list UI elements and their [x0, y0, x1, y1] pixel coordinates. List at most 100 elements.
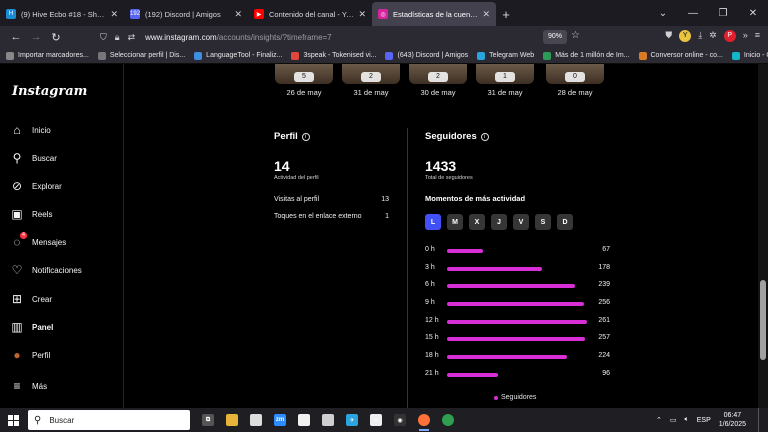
day-button-d[interactable]: D	[557, 214, 573, 230]
bookmark-item[interactable]: LanguageTool - Finaliz...	[194, 51, 282, 60]
close-tab-icon[interactable]: ✕	[234, 9, 242, 20]
sidebar-item-mensajes[interactable]: ◌ 4 Mensajes	[10, 232, 120, 251]
sidebar-item-más[interactable]: ≡ Más	[10, 377, 120, 395]
post-date: 31 de may	[353, 88, 389, 97]
new-tab-button[interactable]: +	[496, 2, 516, 26]
bookmark-item[interactable]: Seleccionar perfil | Dis...	[97, 51, 185, 60]
browser-tab[interactable]: H (9) Hive Ecbo #18 - Share your✕	[0, 2, 124, 26]
sidebar-item-label: Panel	[32, 322, 54, 332]
post-thumbnail[interactable]: 0	[546, 64, 604, 84]
reload-icon[interactable]: ↻	[46, 31, 66, 44]
tab-list-icon[interactable]: ⌄	[648, 8, 678, 19]
heart-icon: ♡	[11, 263, 23, 277]
pinterest-extension-icon[interactable]: P	[723, 30, 736, 42]
post-date: 26 de may	[286, 88, 322, 97]
tab-favicon-icon: ▶	[254, 9, 264, 19]
bookmark-item[interactable]: Telegram Web	[477, 51, 534, 60]
scrollbar-thumb[interactable]	[760, 280, 766, 360]
minimize-window-icon[interactable]: —	[678, 8, 708, 19]
language-indicator[interactable]: ESP	[697, 417, 711, 424]
post-count-badge: 2	[428, 72, 448, 82]
bookmark-item[interactable]: Importar marcadores...	[6, 51, 89, 60]
windows-start-button[interactable]	[0, 408, 26, 432]
tray-overflow-icon[interactable]: ⌃	[656, 416, 662, 424]
day-button-x[interactable]: X	[469, 214, 485, 230]
taskbar-search-box[interactable]: ⚲ Buscar	[28, 410, 190, 430]
clock[interactable]: 06:47 1/6/2025	[719, 411, 746, 429]
taskbar-app-button[interactable]	[220, 408, 244, 432]
close-window-icon[interactable]: ✕	[738, 8, 768, 19]
day-button-s[interactable]: S	[535, 214, 551, 230]
bar-track	[447, 355, 587, 360]
back-icon[interactable]: ←	[6, 31, 26, 43]
show-desktop-button[interactable]	[758, 408, 768, 432]
taskbar-app-button[interactable]	[316, 408, 340, 432]
taskbar-app-button[interactable]	[244, 408, 268, 432]
restore-window-icon[interactable]: ❐	[708, 8, 738, 19]
close-tab-icon[interactable]: ✕	[482, 9, 490, 20]
taskbar-app-button[interactable]	[412, 408, 436, 432]
close-tab-icon[interactable]: ✕	[110, 9, 118, 20]
overflow-menu-icon[interactable]: »	[743, 30, 748, 42]
taskbar-app-button[interactable]: ✈	[340, 408, 364, 432]
post-thumbnail[interactable]: 5	[275, 64, 333, 84]
network-icon[interactable]: ▭	[670, 416, 677, 424]
day-button-l[interactable]: L	[425, 214, 441, 230]
sidebar-item-perfil[interactable]: ● Perfil	[10, 346, 120, 364]
bookmark-item[interactable]: Más de 1 millón de Im...	[543, 51, 630, 60]
sidebar-item-panel[interactable]: ▥ Panel	[10, 318, 120, 336]
sidebar-item-reels[interactable]: ▣ Reels	[10, 205, 120, 223]
sidebar-item-buscar[interactable]: ⚲ Buscar	[10, 149, 120, 167]
chart-row: 6 h 239	[425, 277, 610, 295]
close-tab-icon[interactable]: ✕	[358, 9, 366, 20]
lock-icon[interactable]: 🔒︎	[115, 32, 120, 43]
info-icon[interactable]: i	[480, 133, 489, 141]
tracking-protection-icon[interactable]: ⛉	[100, 32, 107, 43]
info-icon[interactable]: i	[301, 133, 310, 141]
bookmark-item[interactable]: Conversor online - co...	[638, 51, 723, 60]
bookmark-item[interactable]: (643) Discord | Amigos	[385, 51, 468, 60]
downloads-icon[interactable]: ⤓	[698, 30, 702, 42]
sidebar-item-notificaciones[interactable]: ♡ Notificaciones	[10, 261, 120, 279]
taskbar-app-button[interactable]: ✂	[364, 408, 388, 432]
post-thumbnail[interactable]: 2	[409, 64, 467, 84]
extensions-icon[interactable]: ✲	[709, 30, 717, 42]
total-followers-label: Total de seguidores	[425, 175, 473, 181]
volume-icon[interactable]: 🔈︎	[685, 416, 689, 424]
day-button-j[interactable]: J	[491, 214, 507, 230]
sidebar-item-inicio[interactable]: ⌂ Inicio	[10, 121, 120, 139]
day-button-m[interactable]: M	[447, 214, 463, 230]
hamburger-menu-icon[interactable]: ≡	[755, 30, 760, 42]
zoom-level-button[interactable]: 90%	[543, 30, 567, 44]
bar-value-label: 67	[602, 246, 610, 253]
hour-label: 21 h	[425, 369, 439, 377]
instagram-logo[interactable]: Instagram	[12, 84, 87, 99]
bar-track	[447, 319, 587, 324]
taskbar-app-button[interactable]: ⧉	[196, 408, 220, 432]
home-icon: ⌂	[13, 123, 21, 137]
extension-avatar-icon[interactable]: Y	[679, 30, 692, 42]
chart-bar	[447, 284, 576, 289]
pocket-icon[interactable]: ⛊	[665, 30, 672, 42]
url-bar[interactable]: ⛉ 🔒︎ ⇄ www.instagram.com/accounts/insigh…	[100, 28, 570, 46]
taskbar-app-button[interactable]: ◉	[388, 408, 412, 432]
browser-tab[interactable]: 192 (192) Discord | Amigos ✕	[124, 2, 248, 26]
browser-tab[interactable]: ▶ Contenido del canal - YouTube✕	[248, 2, 372, 26]
taskbar-app-button[interactable]: zm	[268, 408, 292, 432]
sidebar-item-explorar[interactable]: ⊘ Explorar	[10, 177, 120, 195]
bookmark-item[interactable]: 3speak - Tokenised vi...	[291, 51, 376, 60]
page-scrollbar[interactable]	[758, 64, 768, 408]
day-button-v[interactable]: V	[513, 214, 529, 230]
bookmark-item[interactable]: Inicio - Canva	[731, 51, 768, 60]
post-thumbnail[interactable]: 2	[342, 64, 400, 84]
taskbar-app-button[interactable]	[436, 408, 460, 432]
browser-tab[interactable]: ◎ Estadísticas de la cuenta • Insta ✕	[372, 2, 496, 26]
sidebar-item-crear[interactable]: ⊞ Crear	[10, 290, 120, 308]
bookmark-label: Inicio - Canva	[743, 52, 768, 59]
permissions-icon[interactable]: ⇄	[128, 32, 136, 43]
post-thumbnail[interactable]: 1	[476, 64, 534, 84]
bookmark-star-icon[interactable]: ☆	[571, 30, 580, 41]
taskbar-app-button[interactable]	[292, 408, 316, 432]
tab-favicon-icon: H	[6, 9, 16, 19]
forward-icon[interactable]: →	[26, 31, 46, 43]
